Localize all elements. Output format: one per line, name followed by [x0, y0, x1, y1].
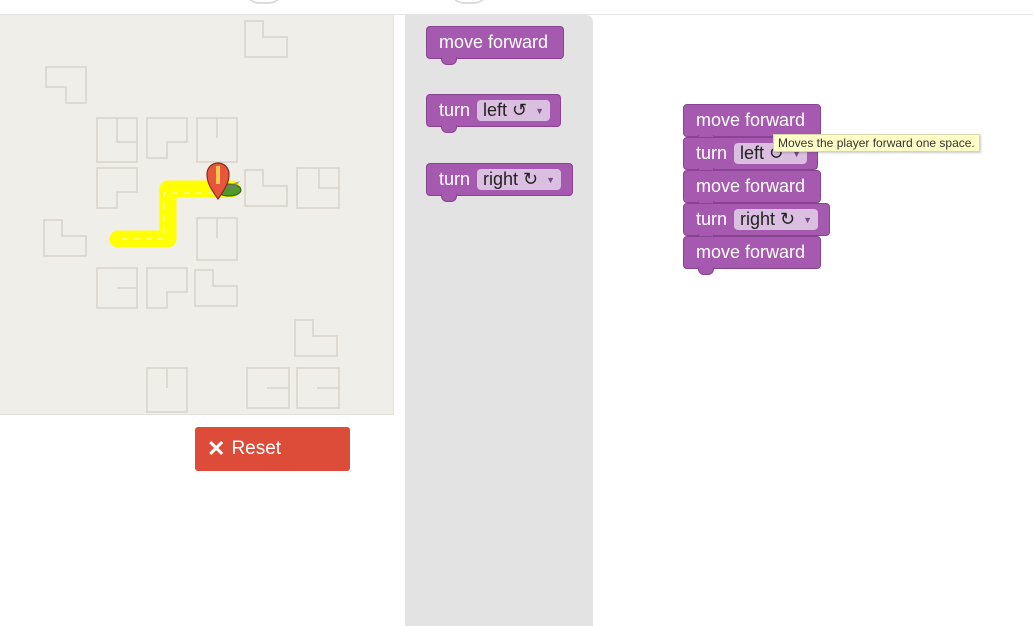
block-label: move forward: [696, 110, 806, 130]
block-label: move forward: [696, 242, 806, 262]
toolbox-block-turn-right[interactable]: turn right ↻ ▼: [426, 163, 573, 202]
reset-button[interactable]: ✕ Reset: [195, 427, 350, 471]
maze-svg: [43, 20, 340, 413]
turn-direction-dropdown[interactable]: right ↻ ▼: [734, 209, 819, 230]
toolbox-block-turn-left[interactable]: turn left ↺ ▼: [426, 94, 561, 133]
block-label: turn: [439, 169, 471, 189]
maze-area: [0, 15, 394, 415]
top-tab-left: [245, 0, 283, 4]
block-label: turn: [696, 143, 728, 163]
top-tab-right: [450, 0, 488, 4]
block-label: move forward: [696, 176, 806, 196]
workspace-block-turn-right[interactable]: turn right ↻ ▼: [683, 203, 830, 242]
workspace-block-move-forward[interactable]: move forward: [683, 170, 821, 209]
maze-tiles: [43, 20, 340, 413]
block-label: turn: [439, 100, 471, 120]
reset-label: Reset: [231, 438, 282, 459]
block-label: turn: [696, 209, 728, 229]
close-icon: ✕: [207, 436, 226, 461]
dropdown-arrow-icon: ▼: [803, 214, 813, 225]
toolbox-block-move-forward[interactable]: move forward: [426, 26, 564, 65]
workspace-block-move-forward[interactable]: move forward: [683, 104, 821, 143]
turn-direction-dropdown[interactable]: right ↻ ▼: [477, 169, 562, 190]
block-label: move forward: [439, 32, 549, 52]
dropdown-value: right ↻: [740, 209, 796, 229]
dropdown-value: right ↻: [483, 169, 539, 189]
dropdown-arrow-icon: ▼: [535, 105, 545, 116]
maze-path: [109, 180, 241, 248]
block-tooltip: Moves the player forward one space.: [773, 134, 980, 152]
turn-direction-dropdown[interactable]: left ↺ ▼: [477, 100, 551, 121]
workspace-block-move-forward[interactable]: move forward: [683, 236, 821, 275]
dropdown-value: left ↺: [483, 100, 528, 120]
dropdown-arrow-icon: ▼: [546, 174, 556, 185]
